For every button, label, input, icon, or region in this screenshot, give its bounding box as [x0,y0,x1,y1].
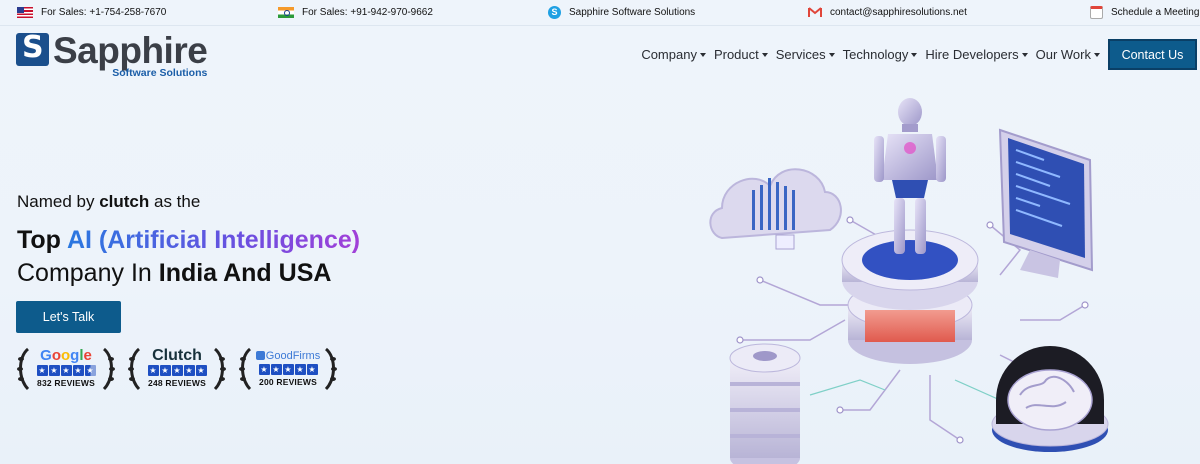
gmail-icon [808,6,822,17]
nav-technology[interactable]: Technology [843,44,918,64]
site-logo[interactable]: S Sapphire Software Solutions [16,30,208,78]
chevron-down-icon [828,52,835,57]
laurel-left-icon [239,347,252,391]
laurel-left-icon [17,347,30,391]
calendar-icon [1090,5,1103,19]
laurel-right-icon [102,347,115,391]
schedule-meeting[interactable]: Schedule a Meeting [1090,0,1199,24]
lets-talk-button[interactable]: Let's Talk [16,301,121,333]
sales-india-text: For Sales: +91-942-970-9662 [302,6,433,18]
clutch-review-badge[interactable]: Clutch ★ ★ ★ ★ ★ 248 REVIEWS [127,345,227,397]
laurel-right-icon [324,347,337,391]
star-rating: ★ ★ ★ ★ ★ [258,364,318,375]
nav-product[interactable]: Product [714,44,768,64]
topbar-divider [0,25,1200,26]
goodfirms-logo-icon: GoodFirms [255,350,320,362]
skype-icon: S [548,5,561,19]
chevron-down-icon [699,52,706,57]
skype-text: Sapphire Software Solutions [569,6,696,18]
sales-india[interactable]: For Sales: +91-942-970-9662 [278,0,433,24]
skype-contact[interactable]: S Sapphire Software Solutions [548,0,695,24]
email-contact[interactable]: contact@sapphiresolutions.net [808,0,967,24]
goodfirms-review-badge[interactable]: GoodFirms ★ ★ ★ ★ ★ 200 REVIEWS [238,345,338,397]
nav-hire-developers[interactable]: Hire Developers [925,44,1028,64]
star-rating: ★ ★ ★ ★ ★ [36,365,96,376]
hero-location: India And USA [158,259,332,287]
google-logo-icon: Google [40,347,92,364]
clutch-brand-text: clutch [99,192,150,211]
review-count: 832 REVIEWS [37,378,95,388]
google-review-badge[interactable]: Google ★ ★ ★ ★ ★ 832 REVIEWS [16,345,116,397]
contact-us-button[interactable]: Contact Us [1108,39,1197,70]
sales-us[interactable]: For Sales: +1-754-258-7670 [17,0,166,24]
schedule-text: Schedule a Meeting [1111,6,1200,18]
logo-mark-icon: S [16,30,49,66]
india-flag-icon [278,6,294,18]
chevron-down-icon [761,52,768,57]
hero-title-line2: Company In India And USA [17,259,332,287]
star-rating: ★ ★ ★ ★ ★ [147,365,207,376]
clutch-logo-icon: Clutch [152,347,202,364]
review-badges: Google ★ ★ ★ ★ ★ 832 REVIEWS Clutch ★ ★ ★ ★ ★ 24… [16,345,338,397]
us-flag-icon [17,6,33,18]
logo-name: Sapphire [53,30,208,71]
ai-robot-illustration [709,98,1109,464]
hero-highlight: AI (Artificial Intelligence) [66,226,361,254]
chevron-down-icon [1021,52,1028,57]
nav-our-work[interactable]: Our Work [1036,44,1100,64]
chevron-down-icon [911,52,918,57]
hero-title-line1: Top AI (Artificial Intelligence) [17,226,361,254]
nav-services[interactable]: Services [776,44,835,64]
nav-company[interactable]: Company [641,44,706,64]
laurel-left-icon [128,347,141,391]
email-text: contact@sapphiresolutions.net [830,6,967,18]
review-count: 248 REVIEWS [148,378,206,388]
laurel-right-icon [213,347,226,391]
main-nav: Company Product Services Technology Hire… [641,44,1100,64]
chevron-down-icon [1094,52,1100,57]
top-contact-bar: For Sales: +1-754-258-7670 For Sales: +9… [0,0,1200,24]
hero-named-by: Named by clutch as the [17,192,201,211]
review-count: 200 REVIEWS [259,377,317,387]
sales-us-text: For Sales: +1-754-258-7670 [41,6,167,18]
